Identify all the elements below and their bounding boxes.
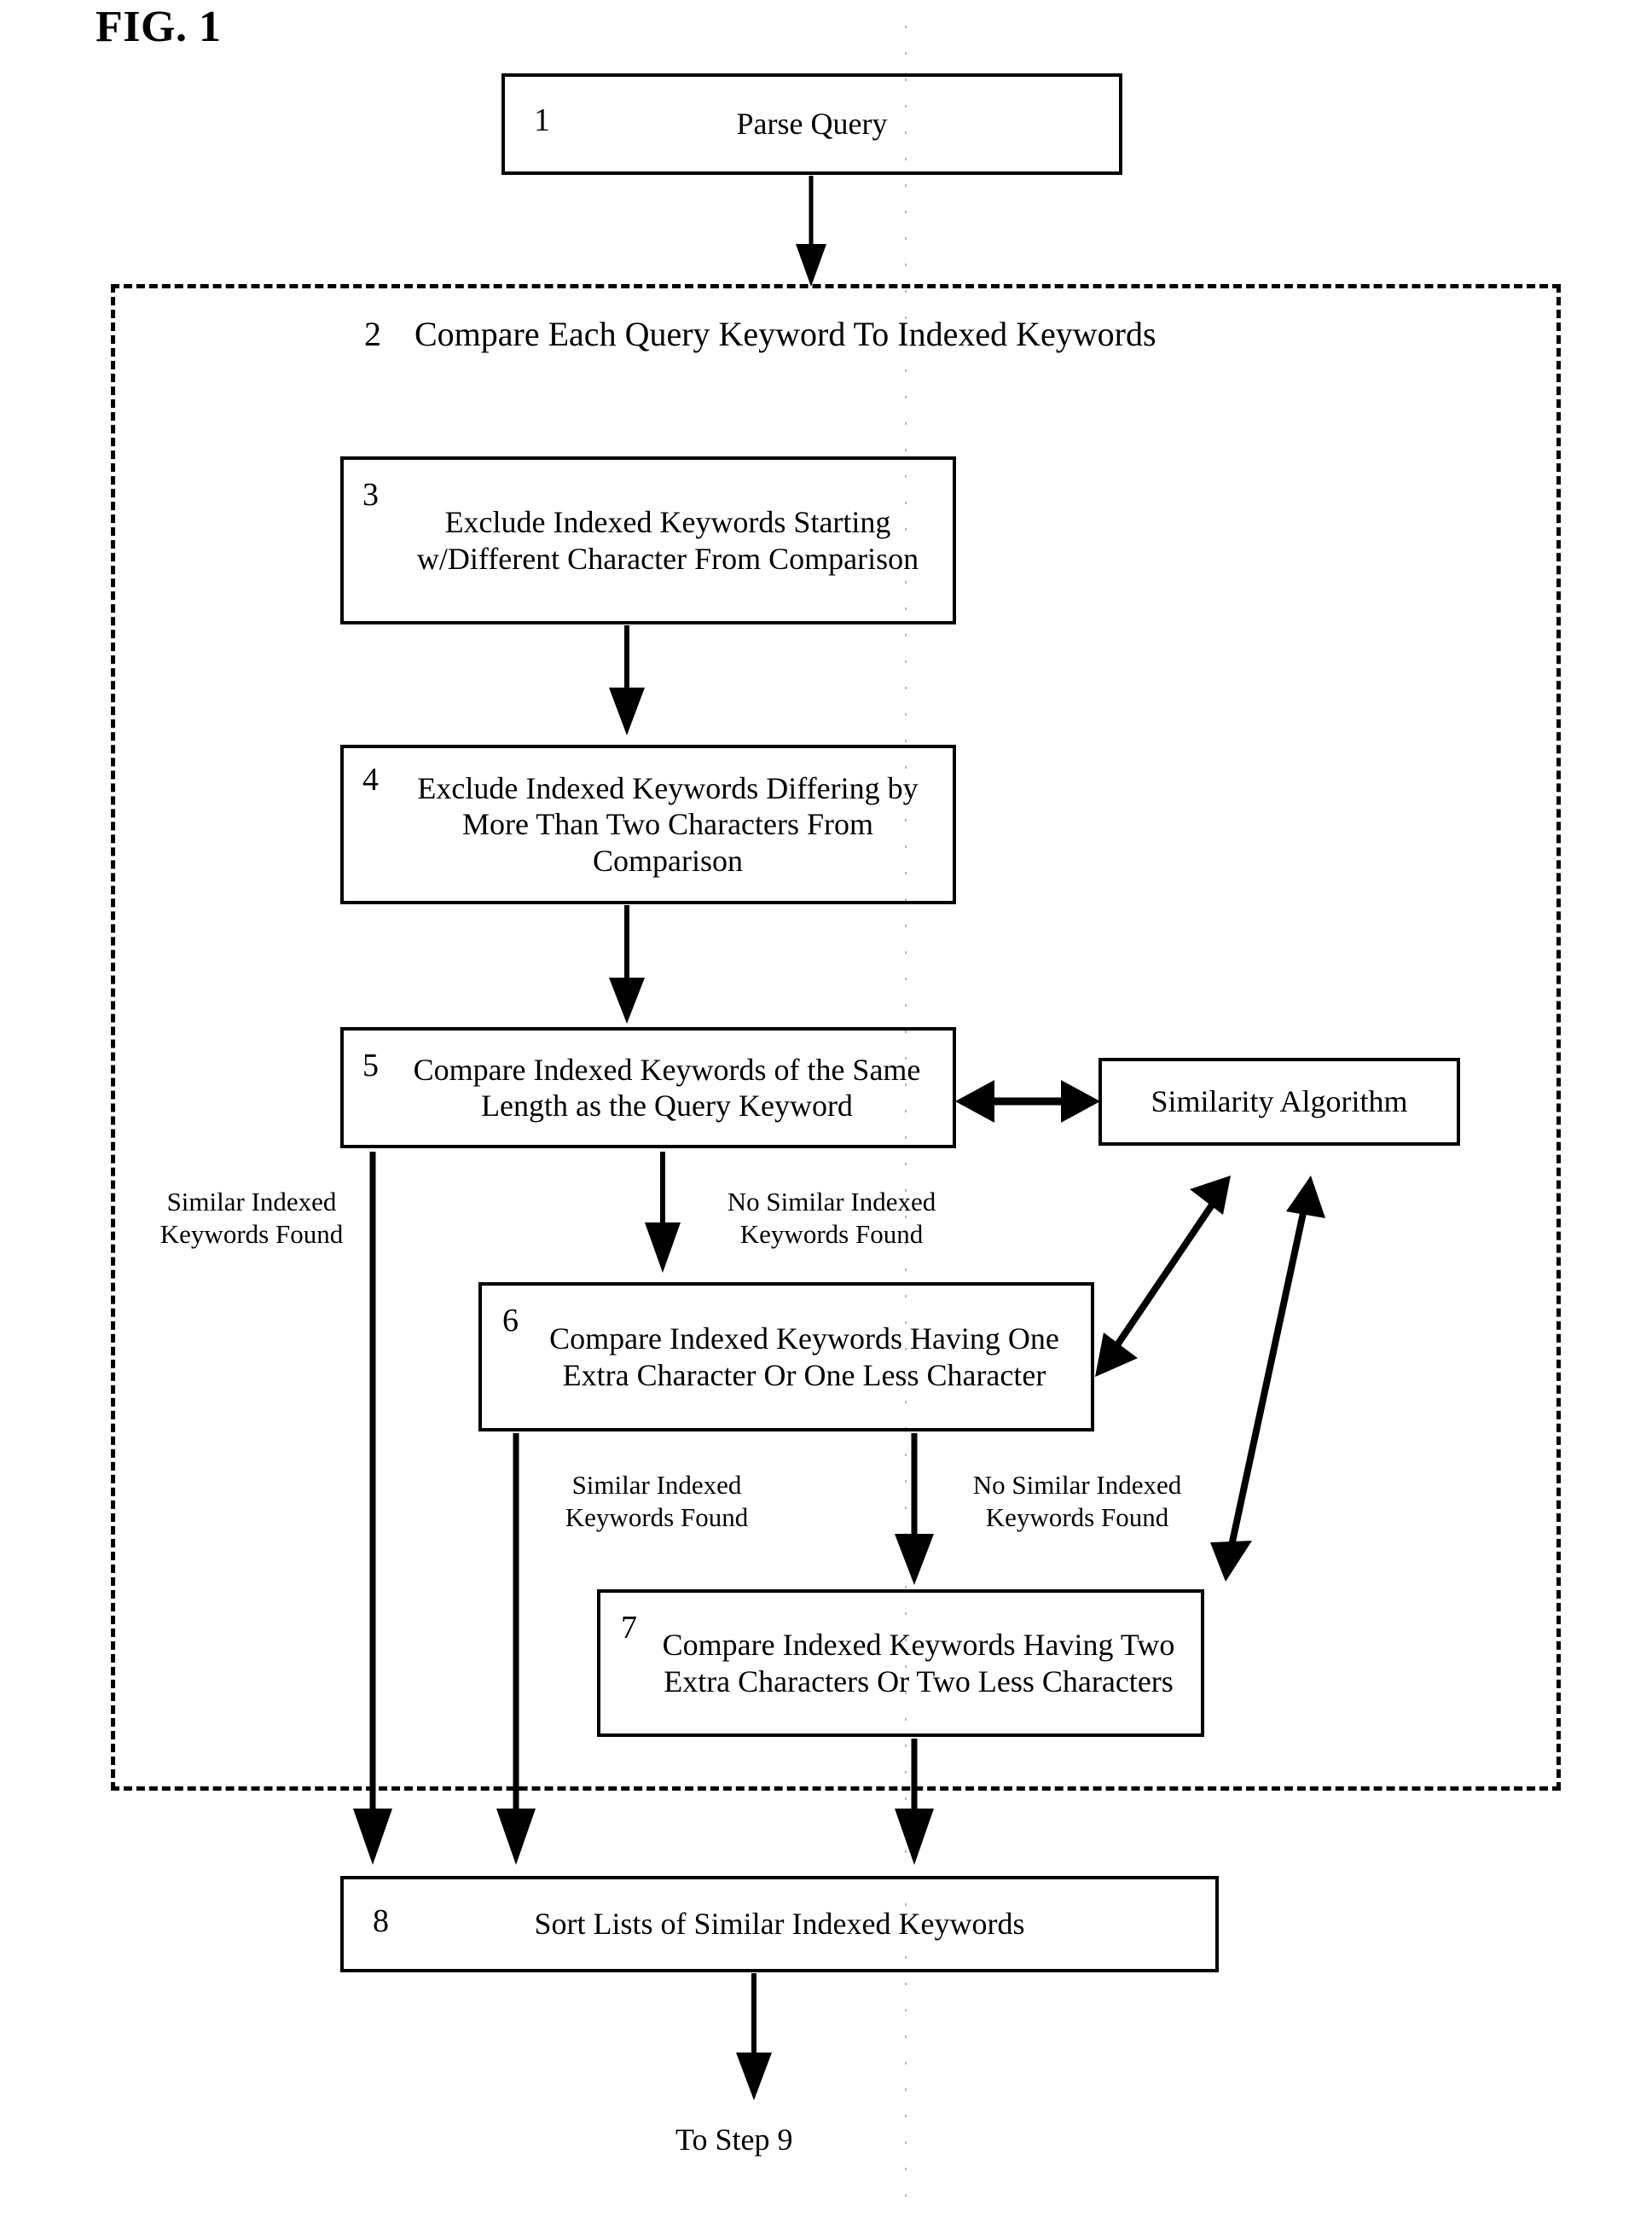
connector-step5-similarity-bidirectional [955,1080,1100,1123]
connector-step3-to-step4 [609,625,645,735]
connector-step6-to-step7 [895,1433,934,1585]
connector-step4-to-step5 [609,905,645,1024]
connector-step5-to-step8-left [353,1152,392,1865]
figure-page: FIG. 1 2 Compare Each Query Keyword To I… [0,0,1652,2224]
connector-step7-to-step8 [895,1739,934,1865]
connector-layer [353,26,1325,2218]
connector-step5-to-step6 [645,1152,681,1273]
connector-step1-to-group2 [796,176,826,287]
connector-step8-to-step9 [736,1973,772,2100]
connector-step6-similarity-bidirectional [1095,1176,1231,1377]
connector-step7-similarity-bidirectional [1210,1176,1325,1582]
connector-step6-to-step8 [496,1433,536,1865]
